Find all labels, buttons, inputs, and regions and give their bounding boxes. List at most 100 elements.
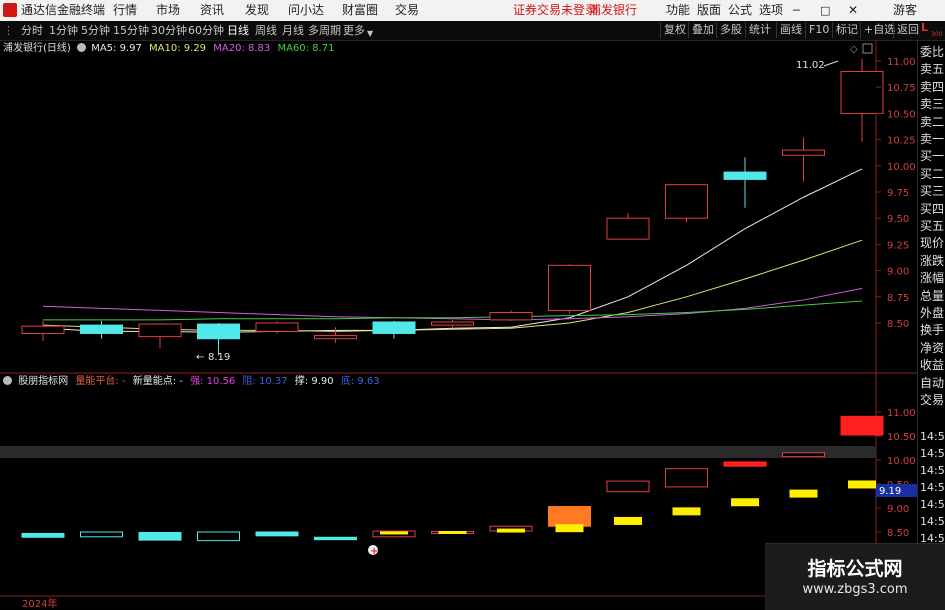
- period-tab-weekly[interactable]: 周线: [255, 23, 277, 38]
- more-chevron-down-icon[interactable]: ▼: [367, 26, 373, 41]
- maximize-icon[interactable]: □: [820, 2, 830, 19]
- candle-body: [606, 217, 650, 240]
- sub-y-tick-label: 10.00: [887, 456, 916, 467]
- menu-layout[interactable]: 版面: [697, 2, 721, 19]
- toolbar-stats-button[interactable]: 统计: [745, 22, 774, 38]
- chart-diamond-icon[interactable]: ◇: [850, 44, 858, 55]
- menu-discover[interactable]: 发现: [245, 2, 269, 19]
- volume-block[interactable]: [723, 461, 767, 467]
- period-tab-monthly[interactable]: 月线: [282, 23, 304, 38]
- trade-login-status[interactable]: 证券交易未登录: [513, 2, 597, 19]
- menu-news[interactable]: 资讯: [200, 2, 224, 19]
- candlestick[interactable]: [782, 137, 825, 182]
- menu-options[interactable]: 选项: [759, 2, 783, 19]
- candlestick[interactable]: [197, 323, 240, 356]
- support-bar: [555, 524, 584, 533]
- menu-ask-xiaoda[interactable]: 问小达: [288, 2, 324, 19]
- volume-block[interactable]: [197, 531, 240, 542]
- side-panel-label[interactable]: 交易: [920, 391, 944, 409]
- period-tab-5min[interactable]: 5分钟: [81, 23, 110, 38]
- period-tab-30min[interactable]: 30分钟: [151, 23, 187, 38]
- trade-time-label: 14:56: [920, 481, 945, 494]
- period-tab-multi[interactable]: 多周期: [308, 23, 341, 38]
- support-bar: [438, 530, 467, 534]
- volume-block[interactable]: [548, 506, 591, 527]
- toolbar-mark-button[interactable]: 标记: [832, 22, 861, 38]
- sub-settings-gear-icon[interactable]: [3, 376, 12, 385]
- side-panel-label: 委比: [920, 45, 945, 59]
- period-tab-15min[interactable]: 15分钟: [113, 23, 149, 38]
- candle-body: [489, 312, 533, 321]
- menu-quotes[interactable]: 行情: [113, 2, 137, 19]
- year-label: 2024年: [22, 597, 57, 609]
- ma10-label: MA10: 9.29: [149, 43, 207, 54]
- period-tab-timeshare[interactable]: 分时: [21, 23, 43, 38]
- settings-gear-icon[interactable]: [77, 43, 86, 52]
- y-tick-label: 9.25: [887, 240, 909, 251]
- period-tab-1min[interactable]: 1分钟: [49, 23, 78, 38]
- chart-area[interactable]: 11.00 10.75 10.50 10.25 10.00 9.75 9.50 9.25 9.0…: [0, 41, 917, 609]
- candlestick[interactable]: [489, 310, 533, 321]
- toolbar-adjust-button[interactable]: 复权: [660, 22, 689, 38]
- ma20-label: MA20: 8.83: [213, 43, 271, 54]
- candlestick[interactable]: [723, 157, 767, 208]
- candle-body: [840, 70, 884, 114]
- candlestick[interactable]: [431, 319, 474, 328]
- minimize-icon[interactable]: ─: [793, 2, 800, 19]
- current-stock-name: 浦发银行: [589, 3, 638, 17]
- volume-block[interactable]: [606, 480, 650, 493]
- side-panel-label: 涨跌: [920, 253, 945, 268]
- sub-chart-legend: 股朋指标网 量能平台: - 新量能点: - 强: 10.56 阻: 10.37 …: [3, 375, 380, 389]
- toolbar-draw-button[interactable]: 画线: [776, 22, 805, 38]
- volume-block[interactable]: [80, 531, 123, 538]
- volume-block[interactable]: [255, 531, 299, 537]
- period-tab-more[interactable]: 更多: [343, 23, 365, 38]
- candlestick[interactable]: [665, 184, 708, 223]
- menu-wealth-circle[interactable]: 财富圈: [342, 2, 378, 19]
- y-tick-label: 8.50: [887, 319, 909, 330]
- close-icon[interactable]: ✕: [848, 2, 858, 19]
- toolbar-f10-button[interactable]: F10: [805, 22, 832, 38]
- side-panel-label: 卖二: [920, 114, 945, 129]
- volume-block[interactable]: [21, 532, 65, 538]
- candlestick[interactable]: [606, 212, 650, 240]
- candlestick[interactable]: [255, 320, 299, 334]
- toolbar-overlay-button[interactable]: 叠加: [688, 22, 717, 38]
- quote-side-panel: 委比 卖五 卖四 卖三 卖二 卖一 买一 买二 买三 买四 买五 现价 涨跌 涨幅 总量 外盘 换手 净资 收益 自动…: [917, 41, 945, 609]
- guest-label[interactable]: 游客: [893, 2, 917, 19]
- toolbar-back-button[interactable]: 返回: [893, 22, 922, 38]
- period-toolbar: ⋮ 分时 1分钟 5分钟 15分钟 30分钟 60分钟 日线 周线 月线 多周期…: [0, 21, 945, 41]
- trade-time-label: 14:56: [920, 447, 945, 460]
- level-badge: L: [921, 21, 929, 34]
- side-panel-label[interactable]: 自动: [920, 374, 944, 392]
- period-tab-60min[interactable]: 60分钟: [188, 23, 224, 38]
- sub-chart-highlight-band: [0, 446, 876, 458]
- menu-trade[interactable]: 交易: [395, 2, 419, 19]
- menu-market[interactable]: 市场: [156, 2, 180, 19]
- watermark-title: 指标公式网: [807, 558, 903, 580]
- side-panel-label: 买一: [920, 149, 945, 164]
- volume-block[interactable]: [840, 415, 884, 436]
- candlestick[interactable]: [840, 58, 884, 142]
- menu-formula[interactable]: 公式: [728, 2, 752, 19]
- candlestick[interactable]: [21, 320, 65, 341]
- volume-block[interactable]: [665, 468, 708, 488]
- y-tick-label: 11.00: [887, 57, 916, 68]
- chart-window-icon[interactable]: [862, 43, 873, 54]
- ma-line-ma20: [42, 287, 863, 321]
- candlestick[interactable]: [372, 320, 416, 339]
- volume-block[interactable]: [782, 452, 825, 458]
- candlestick[interactable]: [548, 264, 591, 314]
- toolbar-multi-stock-button[interactable]: 多股: [716, 22, 745, 38]
- period-tab-daily[interactable]: 日线: [227, 23, 249, 38]
- volume-block[interactable]: [138, 531, 182, 541]
- volume-block[interactable]: [314, 536, 357, 541]
- support-bar: [789, 489, 818, 498]
- candlestick[interactable]: [314, 327, 357, 343]
- sub-y-tick-label: 10.50: [887, 432, 916, 443]
- level-badge-number: 300: [931, 31, 943, 38]
- candlestick[interactable]: [80, 320, 123, 339]
- candle-body: [372, 321, 416, 334]
- menu-function[interactable]: 功能: [666, 2, 690, 19]
- candlestick[interactable]: [138, 323, 182, 349]
